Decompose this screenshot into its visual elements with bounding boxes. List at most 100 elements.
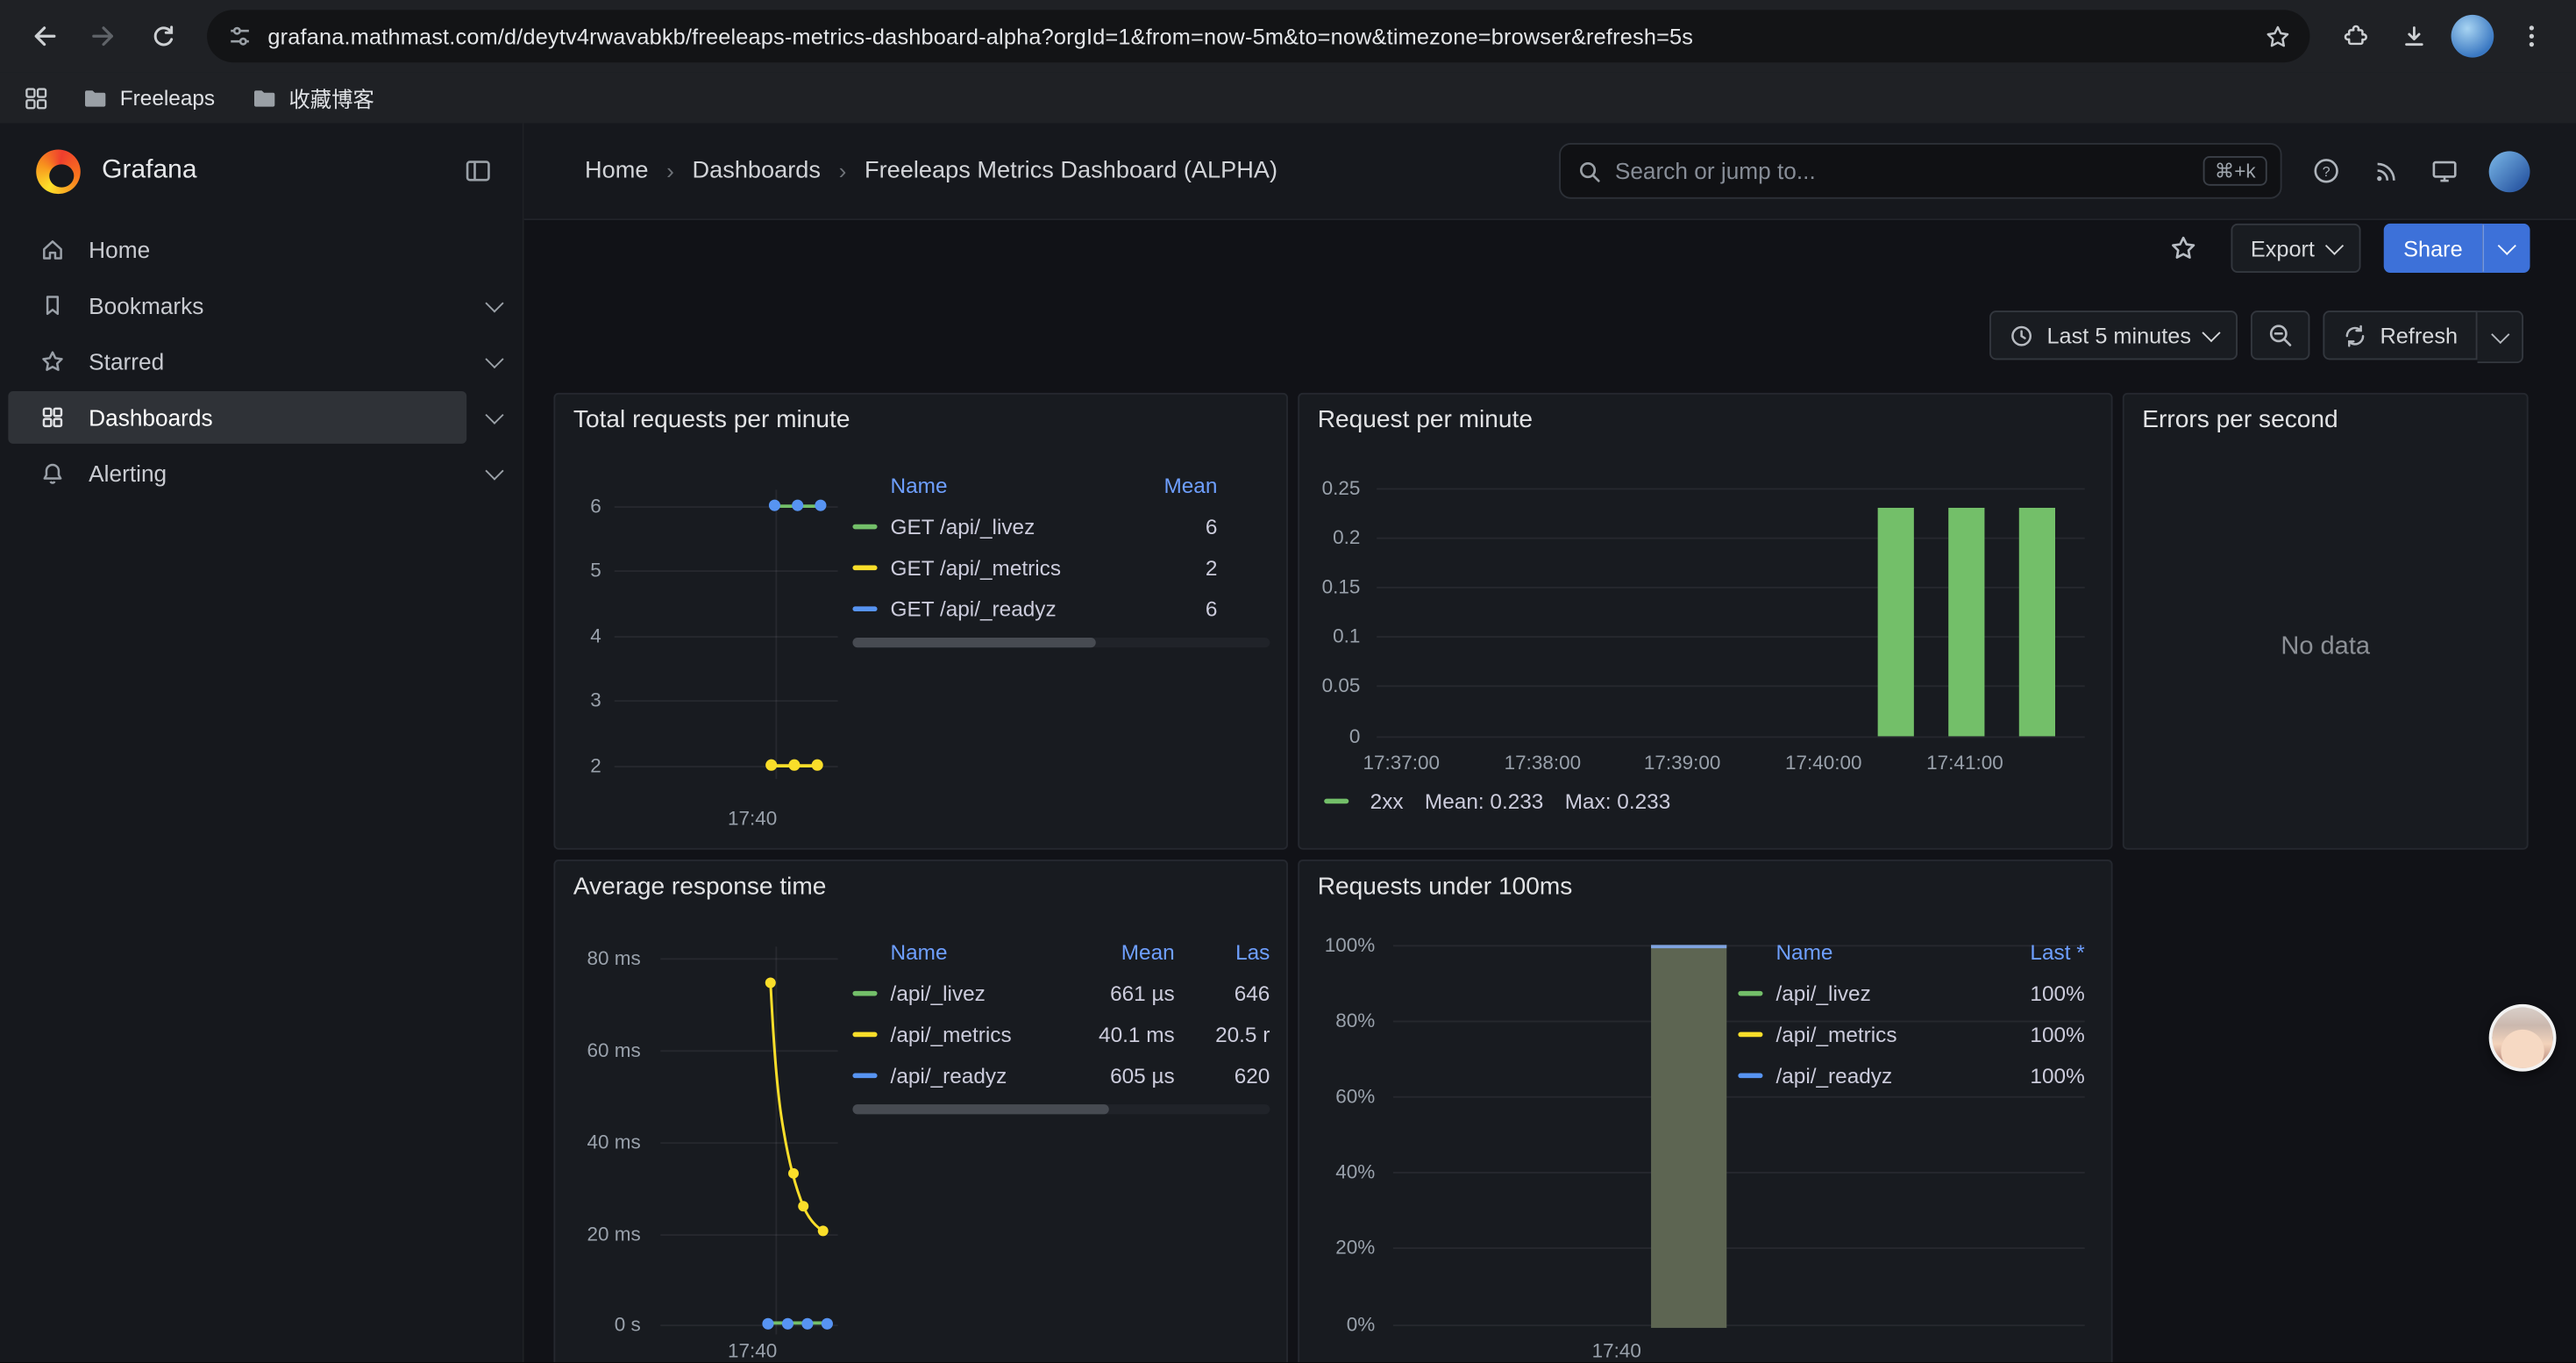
legend-row[interactable]: /api/_metrics 40.1 ms 20.5 r xyxy=(852,1014,1270,1055)
legend-series-name[interactable]: 2xx xyxy=(1370,789,1404,813)
url-text[interactable]: grafana.mathmast.com/d/deytv4rwavabkb/fr… xyxy=(267,24,2253,48)
gridline xyxy=(615,700,838,702)
refresh-button[interactable]: Refresh xyxy=(2323,310,2478,360)
legend-max: Max: 0.233 xyxy=(1565,789,1671,813)
share-menu-caret[interactable] xyxy=(2482,224,2530,273)
user-avatar[interactable] xyxy=(2489,150,2530,191)
forward-icon[interactable] xyxy=(75,8,132,64)
breadcrumb-current-page: Freeleaps Metrics Dashboard (ALPHA) xyxy=(865,158,1277,184)
legend-header-name[interactable]: Name xyxy=(891,940,1066,965)
bookmark-folder-blogs[interactable]: 收藏博客 xyxy=(238,77,388,118)
reload-icon[interactable] xyxy=(135,8,191,64)
panel-title[interactable]: Total requests per minute xyxy=(573,406,850,434)
breadcrumb: Home › Dashboards › Freeleaps Metrics Da… xyxy=(585,158,1277,184)
legend-row[interactable]: /api/_readyz 100% xyxy=(1738,1055,2084,1096)
data-point xyxy=(769,500,780,511)
sidebar-item-starred[interactable]: Starred xyxy=(0,333,523,389)
browser-profile-avatar[interactable] xyxy=(2451,15,2494,58)
legend-scrollbar[interactable] xyxy=(852,1104,1270,1114)
legend-header-mean[interactable]: Mean xyxy=(1151,474,1217,498)
refresh-interval-caret[interactable] xyxy=(2478,310,2523,363)
legend-row[interactable]: /api/_livez 661 µs 646 xyxy=(852,973,1270,1014)
legend-series-last: 100% xyxy=(1993,1022,2085,1046)
data-point xyxy=(765,760,777,771)
favorite-star-icon[interactable] xyxy=(2159,224,2208,273)
search-input[interactable]: Search or jump to... ⌘+k xyxy=(1559,143,2281,199)
legend-row[interactable]: /api/_readyz 605 µs 620 xyxy=(852,1055,1270,1096)
news-rss-icon[interactable] xyxy=(2361,146,2410,196)
url-bar[interactable]: grafana.mathmast.com/d/deytv4rwavabkb/fr… xyxy=(207,10,2309,62)
x-axis-tick: 17:40:00 xyxy=(1775,751,1873,774)
panel-title[interactable]: Requests under 100ms xyxy=(1318,873,1573,901)
scrollbar-thumb[interactable] xyxy=(852,1104,1108,1114)
panel-legend: Name Mean GET /api/_livez 6 GET /api/_me… xyxy=(852,465,1270,629)
scrollbar-thumb[interactable] xyxy=(852,638,1095,647)
refresh-icon xyxy=(2342,323,2366,347)
search-placeholder: Search or jump to... xyxy=(1615,158,2190,184)
legend-row[interactable]: /api/_livez 100% xyxy=(1738,973,2084,1014)
refresh-split-button: Refresh xyxy=(2323,310,2523,363)
legend-series-last: 20.5 r xyxy=(1175,1022,1270,1046)
zoom-out-icon xyxy=(2266,322,2293,348)
legend-series-last: 100% xyxy=(1993,981,2085,1006)
time-range-picker[interactable]: Last 5 minutes xyxy=(1989,310,2238,360)
dashboards-grid-icon xyxy=(39,404,66,431)
sidebar-item-alerting[interactable]: Alerting xyxy=(0,446,523,502)
sidebar-item-home[interactable]: Home xyxy=(0,222,523,278)
legend-row[interactable]: GET /api/_readyz 6 xyxy=(852,589,1270,630)
share-label: Share xyxy=(2403,236,2463,260)
y-axis-tick: 0.1 xyxy=(1299,624,1360,647)
legend-header-mean[interactable]: Mean xyxy=(1066,940,1175,965)
bookmark-star-icon[interactable] xyxy=(2254,13,2300,59)
folder-icon xyxy=(82,84,109,111)
legend-series-name: /api/_livez xyxy=(891,981,1066,1006)
panel-title[interactable]: Errors per second xyxy=(2142,406,2338,434)
breadcrumb-home[interactable]: Home xyxy=(585,158,648,184)
browser-menu-icon[interactable] xyxy=(2504,8,2560,64)
legend-header-last[interactable]: Las xyxy=(1175,940,1270,965)
data-point xyxy=(782,1318,793,1330)
legend-scrollbar[interactable] xyxy=(852,638,1270,647)
share-button[interactable]: Share xyxy=(2384,224,2482,273)
chevron-down-icon[interactable] xyxy=(485,461,503,480)
export-button[interactable]: Export xyxy=(2231,224,2360,273)
gridline xyxy=(1393,1324,2085,1326)
sidebar-item-dashboards[interactable]: Dashboards xyxy=(0,389,523,446)
time-range-label: Last 5 minutes xyxy=(2046,323,2191,347)
breadcrumb-dashboards[interactable]: Dashboards xyxy=(693,158,821,184)
legend-row[interactable]: GET /api/_metrics 2 xyxy=(852,547,1270,589)
chevron-down-icon[interactable] xyxy=(485,406,503,425)
bookmark-icon xyxy=(39,293,66,319)
download-icon[interactable] xyxy=(2386,8,2442,64)
chevron-down-icon xyxy=(2325,237,2344,255)
legend-row[interactable]: /api/_metrics 100% xyxy=(1738,1014,2084,1055)
grafana-logo[interactable] xyxy=(36,149,81,194)
site-settings-icon[interactable] xyxy=(227,23,253,49)
data-point xyxy=(762,1318,773,1330)
apps-grid-icon[interactable] xyxy=(19,84,59,111)
panel-title[interactable]: Request per minute xyxy=(1318,406,1533,434)
search-shortcut: ⌘+k xyxy=(2203,156,2267,186)
bookmark-folder-freeleaps[interactable]: Freeleaps xyxy=(69,80,228,116)
chevron-down-icon[interactable] xyxy=(485,350,503,368)
legend-header-name[interactable]: Name xyxy=(891,474,1152,498)
home-icon xyxy=(39,237,66,263)
floating-assistant-avatar[interactable] xyxy=(2489,1004,2557,1072)
zoom-out-button[interactable] xyxy=(2250,310,2309,360)
tv-kiosk-icon[interactable] xyxy=(2420,146,2469,196)
back-icon[interactable] xyxy=(17,8,73,64)
data-point xyxy=(812,760,823,771)
legend-series-mean: 6 xyxy=(1151,514,1217,539)
help-icon[interactable]: ? xyxy=(2302,146,2351,196)
chevron-down-icon[interactable] xyxy=(485,294,503,312)
legend-header-name[interactable]: Name xyxy=(1775,940,1992,965)
series-color-yellow xyxy=(852,1031,877,1038)
legend-header-last[interactable]: Last * xyxy=(1993,940,2085,965)
extensions-icon[interactable] xyxy=(2326,8,2382,64)
legend-series-name: /api/_readyz xyxy=(891,1063,1066,1088)
legend-row[interactable]: GET /api/_livez 6 xyxy=(852,506,1270,547)
panel-title[interactable]: Average response time xyxy=(573,873,827,901)
sidebar-collapse-icon[interactable] xyxy=(463,156,493,186)
sidebar-item-bookmarks[interactable]: Bookmarks xyxy=(0,278,523,334)
y-axis-tick: 0.2 xyxy=(1299,526,1360,549)
